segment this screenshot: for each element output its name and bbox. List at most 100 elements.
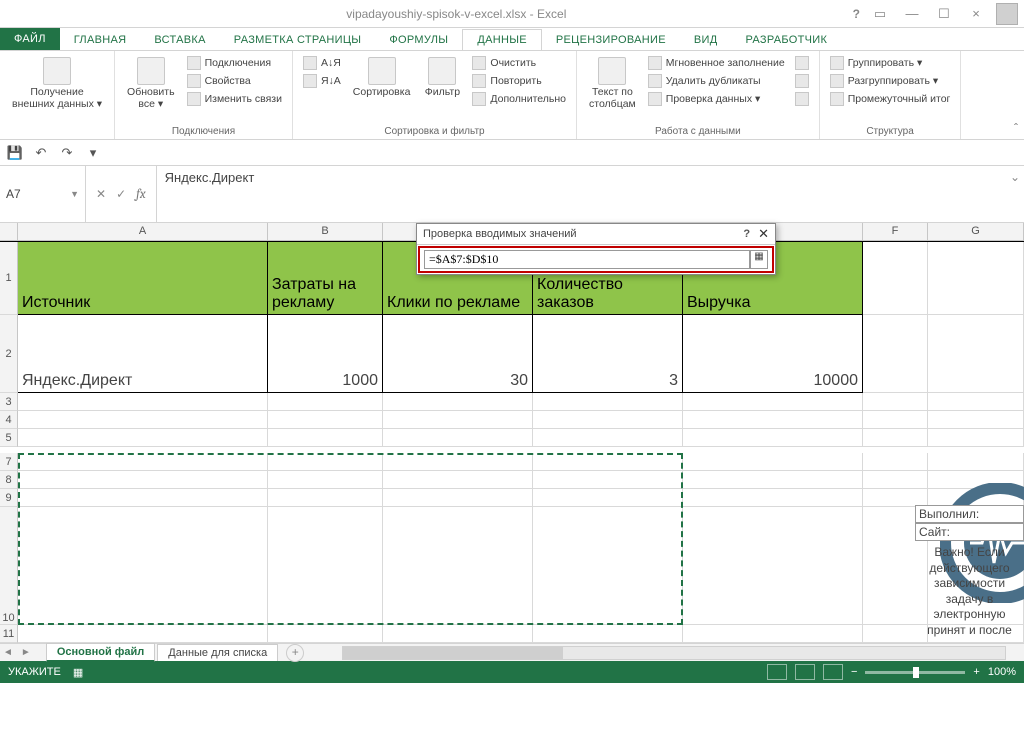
row-header-5[interactable]: 5 [0, 429, 18, 447]
row-header-8[interactable]: 8 [0, 471, 18, 489]
row-header-2[interactable]: 2 [0, 315, 18, 393]
cell-g1[interactable] [928, 242, 1024, 315]
sheet-nav-next-icon[interactable]: ► [18, 647, 34, 658]
add-sheet-button[interactable]: + [286, 644, 304, 662]
cell-a7[interactable] [18, 453, 268, 471]
view-page-break-icon[interactable] [823, 664, 843, 680]
advanced-icon [472, 92, 486, 106]
row-header-9[interactable]: 9 [0, 489, 18, 507]
sort-desc-button[interactable]: Я↓А [301, 73, 343, 89]
properties-button[interactable]: Свойства [185, 73, 284, 89]
col-header-g[interactable]: G [928, 223, 1024, 240]
data-validation-dialog[interactable]: Проверка вводимых значений ? ✕ ▦ [416, 223, 776, 275]
ribbon-display-icon[interactable]: ▭ [868, 4, 892, 24]
cell-a1[interactable]: Источник [18, 242, 268, 315]
filter-button[interactable]: Фильтр [420, 55, 464, 101]
group-button[interactable]: Группировать ▾ [828, 55, 953, 71]
sheet-tab-main[interactable]: Основной файл [46, 643, 155, 662]
tab-view[interactable]: ВИД [680, 30, 732, 50]
remove-duplicates-button[interactable]: Удалить дубликаты [646, 73, 787, 89]
maximize-icon[interactable]: ☐ [932, 4, 956, 24]
dialog-range-input[interactable] [424, 250, 750, 269]
consolidate-button[interactable] [793, 55, 811, 71]
view-normal-icon[interactable] [767, 664, 787, 680]
ribbon-tabs: ФАЙЛ ГЛАВНАЯ ВСТАВКА РАЗМЕТКА СТРАНИЦЫ Ф… [0, 28, 1024, 50]
connections-button[interactable]: Подключения [185, 55, 284, 71]
tab-data[interactable]: ДАННЫЕ [462, 29, 542, 51]
row-header-7[interactable]: 7 [0, 453, 18, 471]
cell-b1[interactable]: Затраты на рекламу [268, 242, 383, 315]
sort-asc-button[interactable]: А↓Я [301, 55, 343, 71]
cell-a2[interactable]: Яндекс.Директ [18, 315, 268, 393]
dialog-help-icon[interactable]: ? [743, 228, 750, 240]
cell-a3[interactable] [18, 393, 268, 411]
edit-links-button[interactable]: Изменить связи [185, 91, 284, 107]
minimize-icon[interactable]: — [900, 4, 924, 24]
account-avatar[interactable] [996, 3, 1018, 25]
tab-home[interactable]: ГЛАВНАЯ [60, 30, 141, 50]
expand-formula-bar-icon[interactable]: ⌄ [1006, 166, 1024, 222]
fx-icon[interactable]: fx [136, 187, 146, 202]
sheet-nav-prev-icon[interactable]: ◄ [0, 647, 16, 658]
cell-e2[interactable]: 10000 [683, 315, 863, 393]
formula-input[interactable]: Яндекс.Директ [157, 166, 1006, 222]
select-all-corner[interactable] [0, 223, 18, 240]
spreadsheet-grid[interactable]: A B C D E F G 1 Источник Затраты на рекл… [0, 223, 1024, 643]
help-icon[interactable]: ? [853, 7, 860, 21]
get-external-data-button[interactable]: Получение внешних данных ▾ [8, 55, 106, 112]
text-to-columns-button[interactable]: Текст по столбцам [585, 55, 640, 112]
dialog-expand-icon[interactable]: ▦ [750, 250, 768, 269]
row-header-4[interactable]: 4 [0, 411, 18, 429]
subtotal-button[interactable]: Промежуточный итог [828, 91, 953, 107]
sort-button[interactable]: Сортировка [349, 55, 415, 101]
what-if-button[interactable] [793, 73, 811, 89]
cell-g2[interactable] [928, 315, 1024, 393]
cancel-formula-icon[interactable]: ✕ [96, 187, 106, 201]
cell-d2[interactable]: 3 [533, 315, 683, 393]
close-icon[interactable]: × [964, 4, 988, 24]
zoom-level[interactable]: 100% [988, 666, 1016, 678]
cell-c2[interactable]: 30 [383, 315, 533, 393]
flash-fill-button[interactable]: Мгновенное заполнение [646, 55, 787, 71]
macro-record-icon[interactable]: ▦ [73, 666, 83, 679]
row-header-3[interactable]: 3 [0, 393, 18, 411]
save-icon[interactable]: 💾 [6, 144, 24, 162]
zoom-in-icon[interactable]: + [973, 666, 979, 678]
tab-page-layout[interactable]: РАЗМЕТКА СТРАНИЦЫ [220, 30, 376, 50]
refresh-all-button[interactable]: Обновить все ▾ [123, 55, 179, 112]
col-header-a[interactable]: A [18, 223, 268, 240]
clear-filter-button[interactable]: Очистить [470, 55, 568, 71]
horizontal-scrollbar[interactable] [342, 646, 1006, 660]
cell-b2[interactable]: 1000 [268, 315, 383, 393]
view-page-layout-icon[interactable] [795, 664, 815, 680]
dialog-title: Проверка вводимых значений [423, 228, 735, 240]
namebox-dropdown-icon[interactable]: ▼ [70, 189, 79, 199]
row-header-10[interactable]: 10 [0, 507, 18, 625]
row-header-11[interactable]: 11 [0, 625, 18, 643]
ungroup-button[interactable]: Разгруппировать ▾ [828, 73, 953, 89]
zoom-out-icon[interactable]: − [851, 666, 857, 678]
redo-icon[interactable]: ↷ [58, 144, 76, 162]
cell-f2[interactable] [863, 315, 928, 393]
cell-f1[interactable] [863, 242, 928, 315]
col-header-f[interactable]: F [863, 223, 928, 240]
col-header-b[interactable]: B [268, 223, 383, 240]
data-validation-button[interactable]: Проверка данных ▾ [646, 91, 787, 107]
tab-review[interactable]: РЕЦЕНЗИРОВАНИЕ [542, 30, 680, 50]
tab-insert[interactable]: ВСТАВКА [140, 30, 219, 50]
advanced-filter-button[interactable]: Дополнительно [470, 91, 568, 107]
sheet-tab-list-data[interactable]: Данные для списка [157, 644, 278, 661]
collapse-ribbon-icon[interactable]: ˆ [1014, 121, 1018, 135]
tab-file[interactable]: ФАЙЛ [0, 28, 60, 50]
reapply-button[interactable]: Повторить [470, 73, 568, 89]
zoom-slider[interactable] [865, 671, 965, 674]
accept-formula-icon[interactable]: ✓ [116, 187, 126, 201]
row-header-1[interactable]: 1 [0, 242, 18, 315]
relations-button[interactable] [793, 91, 811, 107]
dialog-close-icon[interactable]: ✕ [758, 226, 769, 242]
qat-customize-icon[interactable]: ▾ [84, 144, 102, 162]
tab-developer[interactable]: РАЗРАБОТЧИК [731, 30, 841, 50]
undo-icon[interactable]: ↶ [32, 144, 50, 162]
tab-formulas[interactable]: ФОРМУЛЫ [375, 30, 462, 50]
name-box[interactable]: A7 ▼ [0, 166, 86, 222]
